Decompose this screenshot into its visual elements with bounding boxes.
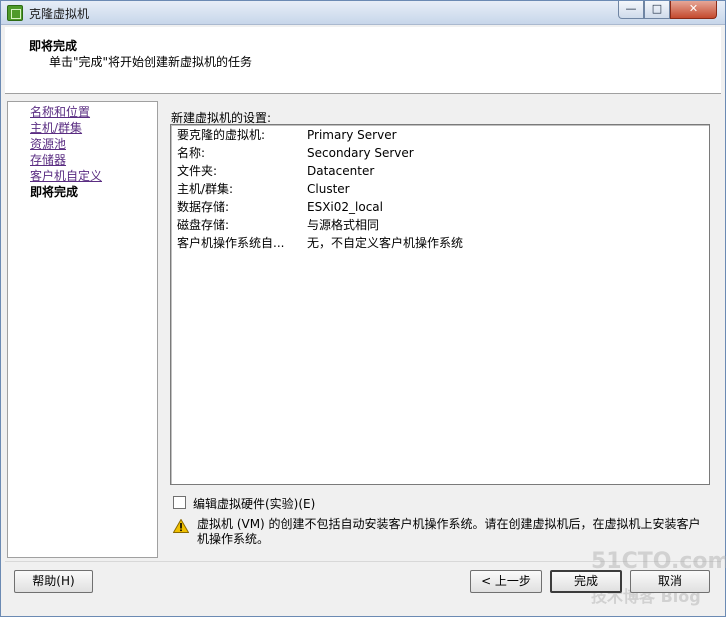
settings-key: 主机/群集: xyxy=(177,182,234,196)
nav-step-ready-to-complete: 即将完成 xyxy=(30,185,79,199)
help-button[interactable]: 帮助(H) xyxy=(14,570,93,593)
nav-step-name-location[interactable]: 名称和位置 xyxy=(30,105,90,119)
wizard-header: 即将完成 单击"完成"将开始创建新虚拟机的任务 xyxy=(5,27,721,94)
back-button[interactable]: < 上一步 xyxy=(470,570,542,593)
settings-summary-list[interactable]: 要克隆的虚拟机: Primary Server 名称: Secondary Se… xyxy=(170,124,710,485)
settings-value: 无，不自定义客户机操作系统 xyxy=(307,236,464,250)
window-title: 克隆虚拟机 xyxy=(29,7,90,21)
warning-icon xyxy=(173,519,189,533)
wizard-steps-nav: 名称和位置 主机/群集 资源池 存储器 客户机自定义 即将完成 xyxy=(7,101,158,558)
settings-value: Cluster xyxy=(307,182,350,196)
settings-key: 数据存储: xyxy=(177,200,230,214)
settings-value: Primary Server xyxy=(307,128,397,142)
page-title: 即将完成 xyxy=(29,39,78,53)
settings-key: 名称: xyxy=(177,146,206,160)
vsphere-app-icon xyxy=(7,5,23,21)
maximize-button[interactable]: □ xyxy=(644,1,670,19)
settings-key: 客户机操作系统自... xyxy=(177,236,285,250)
settings-value: ESXi02_local xyxy=(307,200,383,214)
warning-message: 虚拟机 (VM) 的创建不包括自动安装客户机操作系统。请在创建虚拟机后，在虚拟机… xyxy=(197,517,701,546)
cancel-button[interactable]: 取消 xyxy=(630,570,710,593)
settings-key: 文件夹: xyxy=(177,164,218,178)
title-bar[interactable]: 克隆虚拟机 — □ ✕ xyxy=(1,1,725,25)
settings-value: Secondary Server xyxy=(307,146,414,160)
edit-hardware-label[interactable]: 编辑虚拟硬件(实验)(E) xyxy=(193,495,315,512)
finish-button[interactable]: 完成 xyxy=(550,570,622,593)
nav-step-guest-customization[interactable]: 客户机自定义 xyxy=(30,169,102,183)
settings-key: 磁盘存储: xyxy=(177,218,230,232)
settings-value: Datacenter xyxy=(307,164,375,178)
close-button[interactable]: ✕ xyxy=(670,1,717,19)
nav-step-resource-pool[interactable]: 资源池 xyxy=(30,137,66,151)
nav-step-storage[interactable]: 存储器 xyxy=(30,153,66,167)
clone-vm-window: 克隆虚拟机 — □ ✕ 即将完成 单击"完成"将开始创建新虚拟机的任务 名称和位… xyxy=(0,0,726,617)
nav-step-host-cluster[interactable]: 主机/群集 xyxy=(30,121,82,135)
minimize-button[interactable]: — xyxy=(618,1,644,19)
settings-value: 与源格式相同 xyxy=(307,218,380,232)
page-description: 单击"完成"将开始创建新虚拟机的任务 xyxy=(49,55,253,69)
edit-hardware-checkbox[interactable] xyxy=(173,496,186,509)
settings-key: 要克隆的虚拟机: xyxy=(177,128,266,142)
